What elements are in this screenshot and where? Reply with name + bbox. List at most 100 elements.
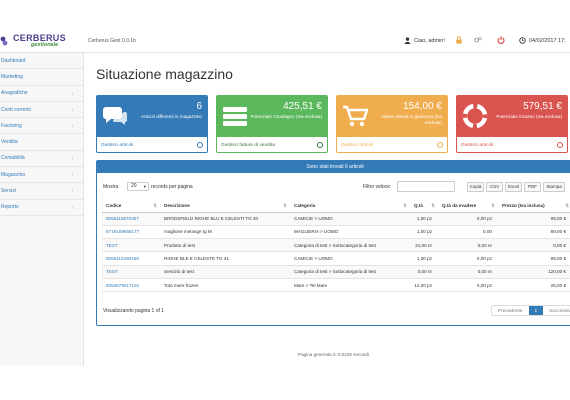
stat-tile: 579,51 € Potenziale incasso (Iva esclusa)… (456, 95, 568, 153)
logo-mark-icon (0, 36, 8, 46)
sidebar-item-reports[interactable]: Reports ‹ (0, 200, 83, 216)
stat-tile-link[interactable]: Gestisci articoli (337, 137, 447, 152)
chevron-left-icon: ‹ (71, 90, 73, 97)
top-header: CERBERUS gestionale Cerberus Gest 0.0.1b… (0, 28, 570, 53)
sort-icon: ⇅ (565, 203, 569, 208)
export-csv-button[interactable]: CSV (486, 182, 503, 192)
sidebar-item-anagrafiche[interactable]: Anagrafiche ‹ (0, 86, 83, 102)
sidebar-item-label: Factoring (1, 122, 22, 129)
sidebar-item-marketing[interactable]: Marketing (0, 69, 83, 86)
table-cell: 25,00 € (498, 278, 570, 293)
page-title: Situazione magazzino (96, 66, 233, 82)
column-header-label: Q.tà (414, 203, 423, 209)
page-1-button[interactable]: 1 (528, 306, 544, 315)
export-stampa-button[interactable]: Stampa (543, 182, 565, 192)
column-header-label: Prezzo (Iva inclusa) (502, 203, 545, 209)
export-copia-button[interactable]: Copia (467, 182, 484, 192)
gears-icon[interactable] (474, 36, 482, 44)
table-cell: MAGLIERIA > UOMO (290, 225, 410, 240)
table-row: 5054679017110 Toto mare frozen Mare > Tel … (102, 278, 570, 293)
stat-tile-link[interactable]: Gestisci articoli (97, 137, 207, 152)
records-per-page-select[interactable]: 20 ▾ (127, 182, 149, 191)
stat-tile-link[interactable]: Gestisci fatture di vendita (217, 137, 327, 152)
user-menu[interactable]: Ciao, admin! (404, 37, 445, 44)
arrow-circle-icon (197, 142, 203, 148)
chevron-down-icon: ▾ (143, 184, 146, 189)
export-pdf-button[interactable]: PDF (524, 182, 541, 192)
table-cell: Prodotto di test (160, 238, 290, 253)
table-cell: BRODSFIELD RIGHE BLU E CELESTI TG 40 (160, 212, 290, 226)
chevron-left-icon: ‹ (71, 123, 73, 130)
sidebar-item-factoring[interactable]: Factoring ‹ (0, 118, 83, 135)
chevron-left-icon: ‹ (71, 106, 73, 113)
stat-link-label: Gestisci fatture di vendita (221, 143, 275, 148)
table-cell: 0,00 nr (410, 265, 438, 279)
chevron-left-icon: ‹ (71, 172, 73, 179)
records-per-page-label: records per pagina (151, 184, 193, 190)
sidebar-item-contabilit-[interactable]: Contabilità ‹ (0, 151, 83, 168)
sidebar-item-dashboard[interactable]: Dashboard (0, 53, 83, 70)
stat-label: Valore articoli in giacenza (Iva esclusa… (381, 114, 442, 125)
power-icon[interactable] (497, 36, 505, 44)
sidebar-item-magazzino[interactable]: Magazzino ‹ (0, 167, 83, 184)
article-code-link[interactable]: TEST (102, 238, 160, 253)
datetime-text: 04/02/2017 17: (529, 37, 566, 44)
arrow-circle-icon (437, 142, 443, 148)
article-code-link[interactable]: 8055116670307 (102, 212, 160, 226)
sidebar-item-conti-correnti[interactable]: Conti correnti ‹ (0, 102, 83, 119)
panel-heading: Sono stati trovati 6 articoli (97, 161, 570, 173)
stat-label: Potenziale incasso (Iva esclusa) (496, 114, 562, 119)
sidebar-item-servizi[interactable]: Servizi ‹ (0, 183, 83, 200)
article-code-link[interactable]: TEST (102, 265, 160, 279)
generation-time: Pagina generata in 0.0225 secondi (298, 352, 370, 357)
pagination: Precedente 1 Successivo (491, 305, 570, 316)
sidebar-item-vendita[interactable]: Vendita (0, 134, 83, 151)
next-page-button[interactable]: Successivo (543, 306, 570, 315)
arrow-circle-icon (317, 142, 323, 148)
sort-icon: ⇅ (491, 203, 495, 208)
table-cell: 99,00 € (498, 251, 570, 266)
app-version: Cerberus Gest 0.0.1b (88, 38, 136, 44)
article-code-link[interactable]: 8719109658177 (102, 225, 160, 240)
sort-icon: ⇅ (153, 203, 157, 208)
table-cell: Categoria di test > Sottocategoria di te… (290, 265, 410, 279)
logo[interactable]: CERBERUS gestionale (0, 33, 84, 49)
stat-tile: 6 Articoli differenti in magazzino Gestisc… (96, 95, 208, 153)
stat-tile: 425,51 € Potenziale Guadagno (Iva esclusa… (216, 95, 328, 153)
user-icon (404, 37, 411, 44)
stat-link-label: Gestisci articoli (461, 143, 494, 148)
lock-icon[interactable] (455, 36, 463, 44)
column-header[interactable]: Q.tà da evadere ⇅ (438, 200, 498, 213)
table-tools: Mostra 20 ▾ records per pagina Filtro ve… (97, 173, 570, 200)
table-cell: Toto mare frozen (160, 278, 290, 293)
table-cell: 1,00 pz (410, 251, 438, 266)
stat-tile-link[interactable]: Gestisci articoli (457, 137, 567, 152)
column-header[interactable]: Codice ⇅ (102, 200, 160, 213)
stat-value: 154,00 € (403, 101, 442, 112)
stat-label: Articoli differenti in magazzino (141, 114, 202, 119)
sort-icon: ⇅ (283, 203, 287, 208)
sidebar-item-label: Conti correnti (1, 106, 31, 113)
chat-icon (103, 107, 127, 125)
sort-icon: ⇅ (403, 203, 407, 208)
previous-page-button[interactable]: Precedente (492, 306, 529, 315)
arrow-circle-icon (557, 142, 563, 148)
column-header[interactable]: Categoria ⇅ (290, 200, 410, 213)
stat-value: 579,51 € (523, 101, 562, 112)
filter-input[interactable] (397, 181, 455, 192)
table-row: 8055116490156 RIGHE BLE E CELESTE TG 41 CA… (102, 251, 570, 266)
sidebar-item-label: Servizi (1, 188, 17, 195)
column-header[interactable]: Descrizione ⇅ (160, 200, 290, 213)
table-row: 8719109658177 maglione melange tg M MAGLIE… (102, 225, 570, 240)
table-cell: 0,00 pz (438, 212, 498, 226)
column-header[interactable]: Prezzo (Iva inclusa) ⇅ (498, 200, 570, 213)
article-code-link[interactable]: 5054679017110 (102, 278, 160, 293)
table-cell: maglione melange tg M (160, 225, 290, 240)
articles-table: Codice ⇅ Descrizione ⇅ Categoria ⇅ Q.tà ⇅ Q.tà d… (102, 200, 570, 293)
article-code-link[interactable]: 8055116490156 (102, 251, 160, 266)
export-excel-button[interactable]: Excel (505, 182, 522, 192)
table-cell: 1,00 pz (410, 212, 438, 226)
column-header[interactable]: Q.tà ⇅ (410, 200, 438, 213)
sort-icon: ⇅ (431, 203, 435, 208)
column-header-label: Categoria (294, 203, 316, 209)
